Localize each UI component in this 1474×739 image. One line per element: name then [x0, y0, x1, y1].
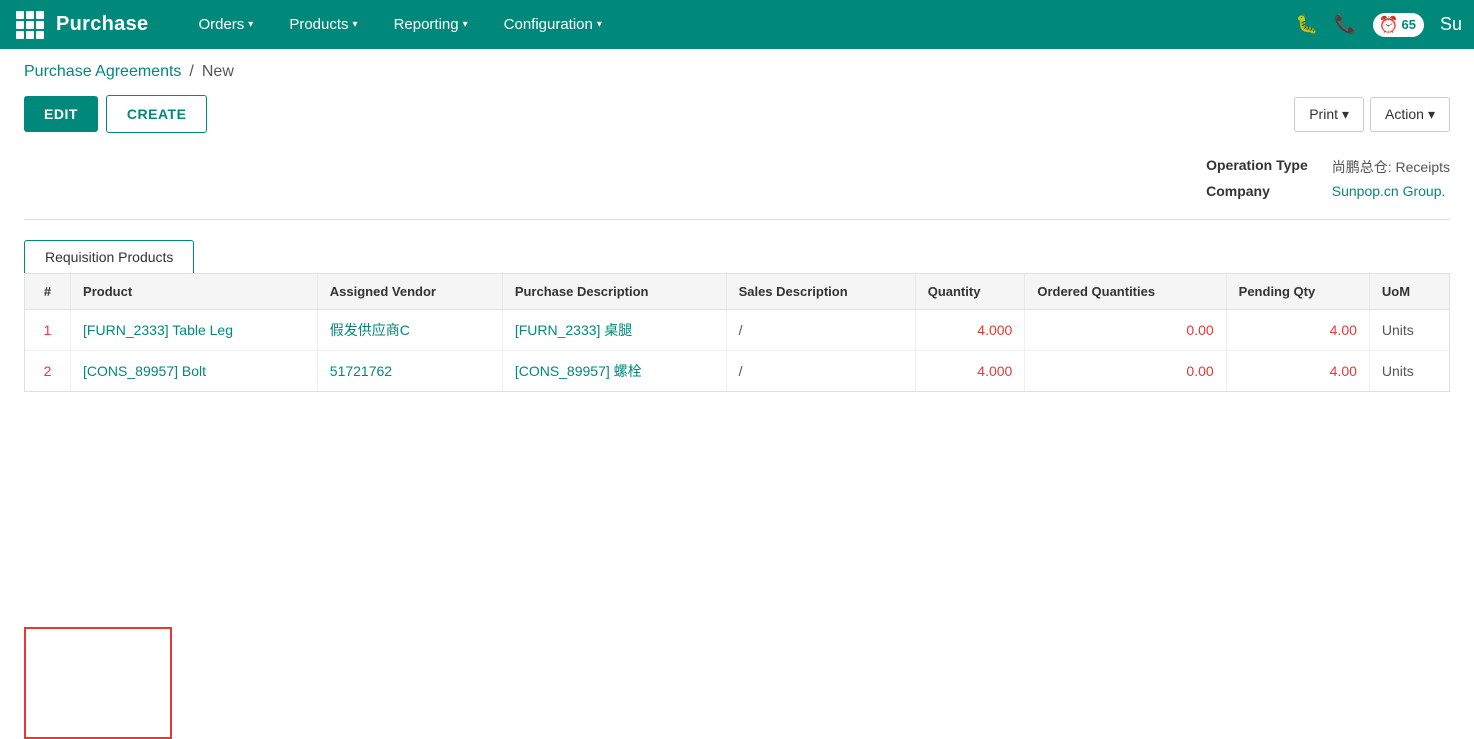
edit-button[interactable]: EDIT [24, 96, 98, 132]
row2-purchase-desc[interactable]: [CONS_89957] 螺栓 [502, 351, 726, 392]
reporting-chevron-icon: ▾ [463, 19, 468, 30]
nav-configuration[interactable]: Configuration ▾ [486, 0, 620, 49]
table-row: 2 [CONS_89957] Bolt 51721762 [CONS_89957… [25, 351, 1449, 392]
notification-badge-button[interactable]: ⏰ 65 [1373, 13, 1424, 37]
company-value[interactable]: Sunpop.cn Group. [1332, 183, 1450, 199]
bug-icon-button[interactable]: 🐛 [1296, 14, 1318, 35]
action-bar: EDIT CREATE Print ▾ Action ▾ [0, 89, 1474, 145]
row1-product[interactable]: [FURN_2333] Table Leg [71, 310, 318, 351]
products-chevron-icon: ▾ [353, 19, 358, 30]
red-highlight-box [24, 627, 172, 739]
info-fields: Operation Type 尚鹏总仓: Receipts Company Su… [1206, 157, 1450, 199]
action-chevron-icon: ▾ [1428, 106, 1435, 123]
action-button[interactable]: Action ▾ [1370, 97, 1450, 132]
row1-vendor[interactable]: 假发供应商C [317, 310, 502, 351]
user-avatar[interactable]: Su [1440, 14, 1462, 35]
row2-quantity: 4.000 [915, 351, 1025, 392]
phone-icon-button[interactable]: 📞 [1334, 14, 1356, 35]
breadcrumb-current: New [202, 63, 234, 81]
row2-uom: Units [1369, 351, 1449, 392]
breadcrumb-purchase-agreements[interactable]: Purchase Agreements [24, 63, 181, 81]
print-chevron-icon: ▾ [1342, 106, 1349, 123]
row2-pending-qty: 4.00 [1226, 351, 1369, 392]
col-quantity: Quantity [915, 274, 1025, 310]
table-row: 1 [FURN_2333] Table Leg 假发供应商C [FURN_233… [25, 310, 1449, 351]
nav-products[interactable]: Products ▾ [271, 0, 375, 49]
row2-product[interactable]: [CONS_89957] Bolt [71, 351, 318, 392]
grid-icon [16, 11, 44, 39]
row2-num: 2 [25, 351, 71, 392]
products-table-wrapper: # Product Assigned Vendor Purchase Descr… [24, 273, 1450, 392]
col-product: Product [71, 274, 318, 310]
col-purchase-desc: Purchase Description [502, 274, 726, 310]
operation-type-value: 尚鹏总仓: Receipts [1332, 157, 1450, 177]
row1-quantity: 4.000 [915, 310, 1025, 351]
row2-vendor[interactable]: 51721762 [317, 351, 502, 392]
col-ordered-qty: Ordered Quantities [1025, 274, 1226, 310]
col-vendor: Assigned Vendor [317, 274, 502, 310]
right-actions: Print ▾ Action ▾ [1294, 97, 1450, 132]
col-pending-qty: Pending Qty [1226, 274, 1369, 310]
row1-purchase-desc[interactable]: [FURN_2333] 桌腿 [502, 310, 726, 351]
products-table: # Product Assigned Vendor Purchase Descr… [25, 274, 1449, 391]
nav-orders[interactable]: Orders ▾ [180, 0, 271, 49]
row1-ordered-qty: 0.00 [1025, 310, 1226, 351]
row1-uom: Units [1369, 310, 1449, 351]
nav-reporting[interactable]: Reporting ▾ [376, 0, 486, 49]
operation-type-label: Operation Type [1206, 157, 1308, 177]
tabs-bar: Requisition Products [24, 240, 1450, 273]
topnav-right-actions: 🐛 📞 ⏰ 65 Su [1296, 13, 1462, 37]
col-sales-desc: Sales Description [726, 274, 915, 310]
row1-num: 1 [25, 310, 71, 351]
tab-requisition-products[interactable]: Requisition Products [24, 240, 194, 273]
breadcrumb: Purchase Agreements / New [0, 49, 1474, 89]
table-header-row: # Product Assigned Vendor Purchase Descr… [25, 274, 1449, 310]
clock-icon: ⏰ [1379, 15, 1399, 35]
create-button[interactable]: CREATE [106, 95, 208, 133]
row2-ordered-qty: 0.00 [1025, 351, 1226, 392]
col-uom: UoM [1369, 274, 1449, 310]
orders-chevron-icon: ▾ [248, 19, 253, 30]
row1-pending-qty: 4.00 [1226, 310, 1369, 351]
company-label: Company [1206, 183, 1308, 199]
main-content: Operation Type 尚鹏总仓: Receipts Company Su… [0, 145, 1474, 416]
row1-sales-desc: / [726, 310, 915, 351]
breadcrumb-separator: / [189, 63, 193, 81]
table-container: # Product Assigned Vendor Purchase Descr… [24, 273, 1450, 392]
row2-sales-desc: / [726, 351, 915, 392]
app-grid-button[interactable] [12, 7, 48, 43]
nav-menu: Orders ▾ Products ▾ Reporting ▾ Configur… [180, 0, 619, 49]
configuration-chevron-icon: ▾ [597, 19, 602, 30]
app-brand: Purchase [56, 13, 148, 36]
col-num: # [25, 274, 71, 310]
info-panel: Operation Type 尚鹏总仓: Receipts Company Su… [24, 145, 1450, 220]
print-button[interactable]: Print ▾ [1294, 97, 1364, 132]
top-navigation: Purchase Orders ▾ Products ▾ Reporting ▾… [0, 0, 1474, 49]
